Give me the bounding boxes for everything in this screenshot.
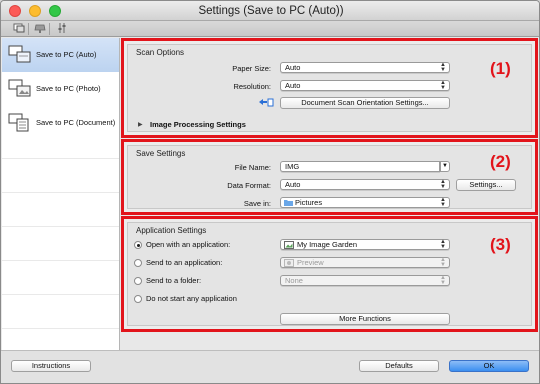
paper-size-select[interactable]: Auto ▲ ▼	[280, 62, 450, 73]
data-format-label: Data Format:	[227, 181, 271, 190]
folder-icon	[284, 199, 293, 208]
footer: Instructions Defaults OK	[1, 350, 539, 383]
open-with-application-label[interactable]: Open with an application:	[146, 240, 230, 249]
save-format-settings-button[interactable]: Settings...	[456, 179, 516, 191]
send-to-folder-select[interactable]: None ▲ ▼	[280, 275, 450, 286]
popup-arrows-icon: ▲ ▼	[440, 80, 446, 91]
open-with-application-radio[interactable]	[134, 241, 142, 249]
minimize-window-button[interactable]	[29, 5, 41, 17]
general-settings-tab-icon[interactable]	[55, 22, 71, 36]
send-to-application-label[interactable]: Send to an application:	[146, 258, 222, 267]
preview-app-icon	[284, 259, 294, 269]
document-scan-orientation-button[interactable]: Document Scan Orientation Settings...	[280, 97, 450, 109]
file-name-dropdown-icon[interactable]: ▼	[440, 161, 450, 172]
computer-scan-icon	[8, 44, 32, 64]
send-to-application-value: Preview	[297, 258, 324, 267]
scan-from-computer-tab-icon[interactable]	[11, 22, 27, 36]
instructions-button[interactable]: Instructions	[11, 360, 91, 372]
save-in-value: Pictures	[295, 198, 323, 207]
sidebar-item-label: Save to PC (Auto)	[36, 50, 97, 59]
settings-window: Settings (Save to PC (Auto)) Save to PC …	[0, 0, 540, 384]
close-window-button[interactable]	[9, 5, 21, 17]
toolbar-divider	[28, 23, 29, 35]
save-in-label: Save in:	[243, 199, 271, 208]
application-settings-title: Application Settings	[136, 226, 207, 235]
do-not-start-application-label[interactable]: Do not start any application	[146, 294, 237, 303]
resolution-value: Auto	[285, 81, 301, 90]
section-marker-2: (2)	[490, 152, 511, 171]
my-image-garden-icon	[284, 241, 294, 251]
document-scan-icon	[8, 112, 32, 132]
sidebar-item-label: Save to PC (Document)	[36, 118, 116, 127]
do-not-start-application-radio[interactable]	[134, 295, 142, 303]
defaults-button[interactable]: Defaults	[359, 360, 439, 372]
send-to-folder-label[interactable]: Send to a folder:	[146, 276, 201, 285]
send-to-folder-value: None	[285, 276, 303, 285]
paper-size-value: Auto	[285, 63, 301, 72]
popup-arrows-icon: ▲ ▼	[440, 275, 446, 286]
send-to-folder-radio[interactable]	[134, 277, 142, 285]
save-in-select[interactable]: Pictures ▲ ▼	[280, 197, 450, 208]
sidebar-item-save-to-pc-photo[interactable]: Save to PC (Photo)	[2, 72, 119, 106]
resolution-label: Resolution:	[233, 82, 271, 91]
open-with-application-select[interactable]: My Image Garden ▲ ▼	[280, 239, 450, 250]
title-bar: Settings (Save to PC (Auto))	[1, 1, 539, 21]
application-settings-panel: Application Settings Open with an applic…	[127, 222, 532, 326]
file-name-value: IMG	[285, 162, 300, 171]
paper-size-label: Paper Size:	[232, 64, 271, 73]
sidebar-row-divider	[2, 158, 119, 159]
image-processing-settings-toggle[interactable]: Image Processing Settings	[150, 120, 246, 129]
save-settings-title: Save Settings	[136, 149, 186, 158]
popup-arrows-icon: ▲ ▼	[440, 239, 446, 250]
file-name-label: File Name:	[234, 163, 271, 172]
more-functions-button[interactable]: More Functions	[280, 313, 450, 325]
sidebar-row-divider	[2, 294, 119, 295]
save-settings-panel: Save Settings File Name: IMG ▼ Data Form…	[127, 145, 532, 209]
send-to-application-select[interactable]: Preview ▲ ▼	[280, 257, 450, 268]
popup-arrows-icon: ▲ ▼	[440, 62, 446, 73]
zoom-window-button[interactable]	[49, 5, 61, 17]
photo-scan-icon	[8, 78, 32, 98]
toolbar	[1, 21, 539, 37]
popup-arrows-icon: ▲ ▼	[440, 197, 446, 208]
popup-arrows-icon: ▲ ▼	[440, 257, 446, 268]
scan-from-panel-tab-icon[interactable]	[32, 22, 48, 36]
disclosure-triangle-icon[interactable]: ▶	[138, 121, 143, 128]
window-title: Settings (Save to PC (Auto))	[198, 5, 344, 17]
scan-options-title: Scan Options	[136, 48, 185, 57]
sidebar-item-save-to-pc-document[interactable]: Save to PC (Document)	[2, 106, 119, 140]
sidebar-row-divider	[2, 226, 119, 227]
toolbar-divider	[49, 23, 50, 35]
orientation-icon	[258, 97, 274, 111]
file-name-field[interactable]: IMG	[280, 161, 440, 172]
application-settings-section: Application Settings Open with an applic…	[121, 216, 538, 332]
send-to-application-radio[interactable]	[134, 259, 142, 267]
resolution-select[interactable]: Auto ▲ ▼	[280, 80, 450, 91]
sidebar: Save to PC (Auto) Save to PC (Photo) Sav…	[2, 38, 120, 350]
scan-options-section: Scan Options Paper Size: Auto ▲ ▼ Resolut…	[121, 38, 538, 138]
scan-options-panel: Scan Options Paper Size: Auto ▲ ▼ Resolut…	[127, 44, 532, 132]
sidebar-item-label: Save to PC (Photo)	[36, 84, 101, 93]
popup-arrows-icon: ▲ ▼	[440, 179, 446, 190]
data-format-select[interactable]: Auto ▲ ▼	[280, 179, 450, 190]
sidebar-row-divider	[2, 328, 119, 329]
save-settings-section: Save Settings File Name: IMG ▼ Data Form…	[121, 139, 538, 215]
data-format-value: Auto	[285, 180, 301, 189]
sidebar-row-divider	[2, 260, 119, 261]
section-marker-3: (3)	[490, 235, 511, 254]
ok-button[interactable]: OK	[449, 360, 529, 372]
sidebar-row-divider	[2, 192, 119, 193]
sidebar-item-save-to-pc-auto[interactable]: Save to PC (Auto)	[2, 38, 119, 72]
open-with-application-value: My Image Garden	[297, 240, 358, 249]
section-marker-1: (1)	[490, 59, 511, 78]
